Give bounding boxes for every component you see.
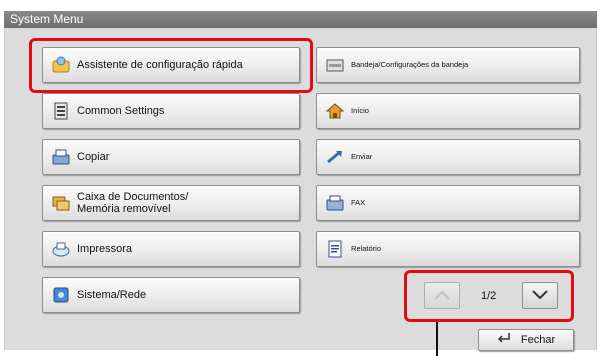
common-settings-button[interactable]: Common Settings xyxy=(42,93,300,129)
document-box-button[interactable]: Caixa de Documentos/ Memória removível xyxy=(42,185,300,221)
window-title-bar: System Menu xyxy=(4,11,597,28)
copier-icon xyxy=(51,147,71,167)
callout-pointer-line xyxy=(436,322,438,356)
report-icon xyxy=(325,239,345,259)
home-label: Início xyxy=(351,106,369,115)
copy-label: Copiar xyxy=(77,151,110,163)
window-title: System Menu xyxy=(10,12,84,26)
report-label: Relatório xyxy=(351,244,382,253)
document-box-label: Caixa de Documentos/ Memória removível xyxy=(77,191,188,215)
send-button[interactable]: Enviar xyxy=(316,139,580,175)
send-icon xyxy=(325,147,345,167)
return-icon xyxy=(497,331,511,349)
system-network-button[interactable]: Sistema/Rede xyxy=(42,277,300,313)
common-settings-label: Common Settings xyxy=(77,105,165,117)
printer-icon xyxy=(51,239,71,259)
close-label: Fechar xyxy=(520,334,556,346)
printer-label: Impressora xyxy=(77,243,133,255)
tray-icon xyxy=(325,55,345,75)
network-icon xyxy=(51,285,71,305)
home-button[interactable]: Início xyxy=(316,93,580,129)
home-icon xyxy=(325,101,345,121)
report-button[interactable]: Relatório xyxy=(316,231,580,267)
send-label: Enviar xyxy=(351,152,373,161)
document-box-label-line2: Memória removível xyxy=(77,203,171,215)
fax-icon xyxy=(325,193,345,213)
wizard-highlight-frame xyxy=(29,38,313,93)
settings-icon xyxy=(51,101,71,121)
copy-button[interactable]: Copiar xyxy=(42,139,300,175)
system-network-label: Sistema/Rede xyxy=(77,289,147,301)
close-button[interactable]: Fechar xyxy=(478,329,574,351)
document-box-label-line1: Caixa de Documentos/ xyxy=(77,191,189,203)
pagination-highlight-frame xyxy=(404,270,574,322)
fax-button[interactable]: FAX xyxy=(316,185,580,221)
printer-button[interactable]: Impressora xyxy=(42,231,300,267)
fax-label: FAX xyxy=(351,198,366,207)
tray-settings-button[interactable]: Bandeja/Configurações da bandeja xyxy=(316,47,580,83)
folders-icon xyxy=(51,193,71,213)
tray-settings-label: Bandeja/Configurações da bandeja xyxy=(351,60,469,69)
